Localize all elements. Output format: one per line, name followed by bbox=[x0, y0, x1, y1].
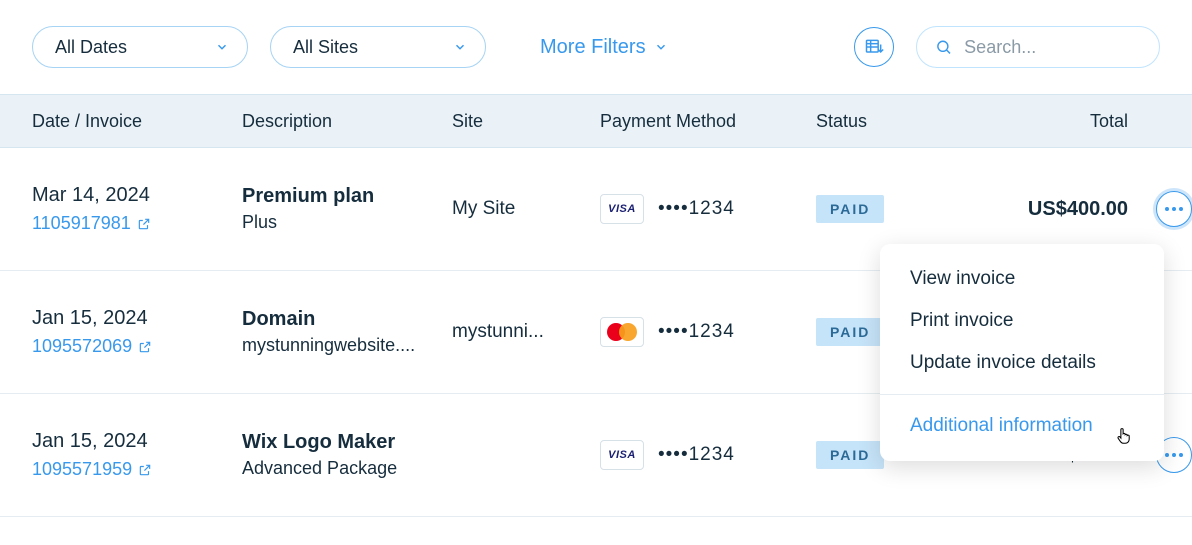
export-button[interactable] bbox=[854, 27, 894, 67]
status-badge: PAID bbox=[816, 441, 884, 469]
site-name: mystunni... bbox=[452, 321, 582, 343]
search-box[interactable] bbox=[916, 26, 1160, 68]
visa-card-icon: VISA bbox=[600, 440, 644, 470]
col-status: Status bbox=[816, 111, 976, 132]
more-dots-icon bbox=[1165, 207, 1183, 211]
card-mask: ••••1234 bbox=[658, 321, 735, 343]
invoice-id: 1095572069 bbox=[32, 336, 132, 357]
update-invoice-action[interactable]: Update invoice details bbox=[880, 342, 1164, 384]
col-total: Total bbox=[976, 111, 1128, 132]
col-site: Site bbox=[452, 111, 600, 132]
external-link-icon bbox=[137, 217, 151, 231]
more-filters-label: More Filters bbox=[540, 36, 646, 59]
dates-filter-dropdown[interactable]: All Dates bbox=[32, 26, 248, 68]
search-icon bbox=[935, 37, 952, 57]
status-badge: PAID bbox=[816, 195, 884, 223]
dates-filter-label: All Dates bbox=[55, 37, 127, 58]
visa-card-icon: VISA bbox=[600, 194, 644, 224]
export-icon bbox=[864, 37, 884, 57]
desc-subtitle: Advanced Package bbox=[242, 458, 422, 479]
invoice-id-link[interactable]: 1105917981 bbox=[32, 213, 242, 234]
row-actions-button[interactable] bbox=[1156, 191, 1192, 227]
print-invoice-action[interactable]: Print invoice bbox=[880, 300, 1164, 342]
invoice-id-link[interactable]: 1095571959 bbox=[32, 459, 242, 480]
site-name: My Site bbox=[452, 198, 582, 220]
col-date: Date / Invoice bbox=[32, 111, 242, 132]
desc-title: Domain bbox=[242, 308, 452, 331]
mastercard-card-icon bbox=[600, 317, 644, 347]
col-description: Description bbox=[242, 111, 452, 132]
desc-subtitle: Plus bbox=[242, 212, 422, 233]
col-payment: Payment Method bbox=[600, 111, 816, 132]
chevron-down-icon bbox=[654, 40, 668, 54]
view-invoice-action[interactable]: View invoice bbox=[880, 258, 1164, 300]
more-filters-button[interactable]: More Filters bbox=[540, 36, 668, 59]
invoice-date: Jan 15, 2024 bbox=[32, 430, 242, 453]
external-link-icon bbox=[138, 340, 152, 354]
external-link-icon bbox=[138, 463, 152, 477]
invoice-id-link[interactable]: 1095572069 bbox=[32, 336, 242, 357]
sites-filter-dropdown[interactable]: All Sites bbox=[270, 26, 486, 68]
invoice-date: Jan 15, 2024 bbox=[32, 307, 242, 330]
additional-info-action[interactable]: Additional information bbox=[880, 405, 1164, 447]
card-mask: ••••1234 bbox=[658, 444, 735, 466]
status-badge: PAID bbox=[816, 318, 884, 346]
search-input[interactable] bbox=[964, 37, 1141, 58]
chevron-down-icon bbox=[215, 40, 229, 54]
more-dots-icon bbox=[1165, 453, 1183, 457]
invoice-total: US$400.00 bbox=[976, 198, 1128, 221]
popover-divider bbox=[880, 394, 1164, 395]
card-mask: ••••1234 bbox=[658, 198, 735, 220]
desc-subtitle: mystunningwebsite.... bbox=[242, 335, 422, 356]
invoice-date: Mar 14, 2024 bbox=[32, 184, 242, 207]
invoice-id: 1105917981 bbox=[32, 213, 131, 234]
chevron-down-icon bbox=[453, 40, 467, 54]
table-header: Date / Invoice Description Site Payment … bbox=[0, 94, 1192, 148]
desc-title: Wix Logo Maker bbox=[242, 431, 452, 454]
filters-bar: All Dates All Sites More Filters bbox=[0, 0, 1192, 94]
sites-filter-label: All Sites bbox=[293, 37, 358, 58]
desc-title: Premium plan bbox=[242, 185, 452, 208]
invoice-id: 1095571959 bbox=[32, 459, 132, 480]
row-actions-popover: View invoice Print invoice Update invoic… bbox=[880, 244, 1164, 461]
